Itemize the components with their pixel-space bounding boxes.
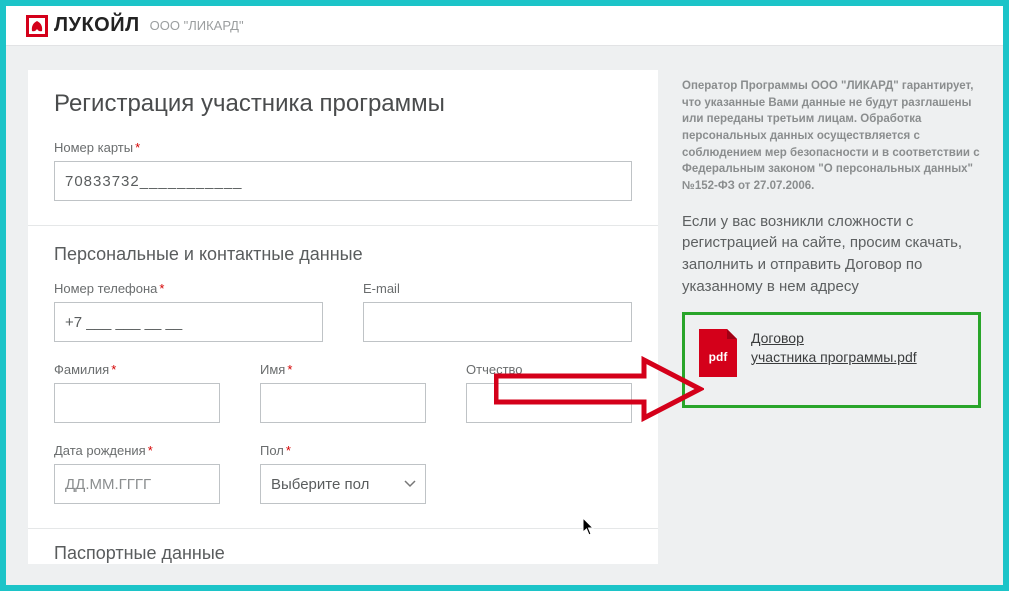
brand-name: ЛУКОЙЛ: [54, 14, 140, 37]
company-name: ООО "ЛИКАРД": [150, 18, 244, 33]
page-title: Регистрация участника программы: [54, 90, 632, 118]
firstname-input[interactable]: [260, 383, 426, 423]
phone-input[interactable]: [54, 302, 323, 342]
phone-label: Номер телефона*: [54, 281, 323, 296]
pdf-file-icon: pdf: [699, 329, 737, 377]
gender-label: Пол*: [260, 443, 426, 458]
personal-section-title: Персональные и контактные данные: [54, 244, 632, 265]
card-number-label: Номер карты*: [54, 140, 632, 155]
firstname-label: Имя*: [260, 362, 426, 377]
middlename-label: Отчество: [466, 362, 632, 377]
sidebar: Оператор Программы ООО "ЛИКАРД" гарантир…: [682, 70, 981, 564]
gender-select[interactable]: [260, 464, 426, 504]
middlename-input[interactable]: [466, 383, 632, 423]
passport-section-title: Паспортные данные: [54, 543, 632, 564]
help-text: Если у вас возникли сложности с регистра…: [682, 211, 981, 298]
lastname-label: Фамилия*: [54, 362, 220, 377]
email-input[interactable]: [363, 302, 632, 342]
card-number-input[interactable]: [54, 161, 632, 201]
privacy-notice: Оператор Программы ООО "ЛИКАРД" гарантир…: [682, 78, 981, 195]
dob-label: Дата рождения*: [54, 443, 220, 458]
svg-text:pdf: pdf: [709, 350, 729, 364]
app-header: ЛУКОЙЛ ООО "ЛИКАРД": [6, 6, 1003, 46]
download-agreement-link[interactable]: Договор участника программы.pdf: [751, 329, 917, 367]
dob-input[interactable]: [54, 464, 220, 504]
registration-form: Регистрация участника программы Номер ка…: [28, 70, 658, 564]
download-box: pdf Договор участника программы.pdf: [682, 312, 981, 408]
email-label: E-mail: [363, 281, 632, 296]
lukoil-logo-icon: [26, 15, 48, 37]
lastname-input[interactable]: [54, 383, 220, 423]
